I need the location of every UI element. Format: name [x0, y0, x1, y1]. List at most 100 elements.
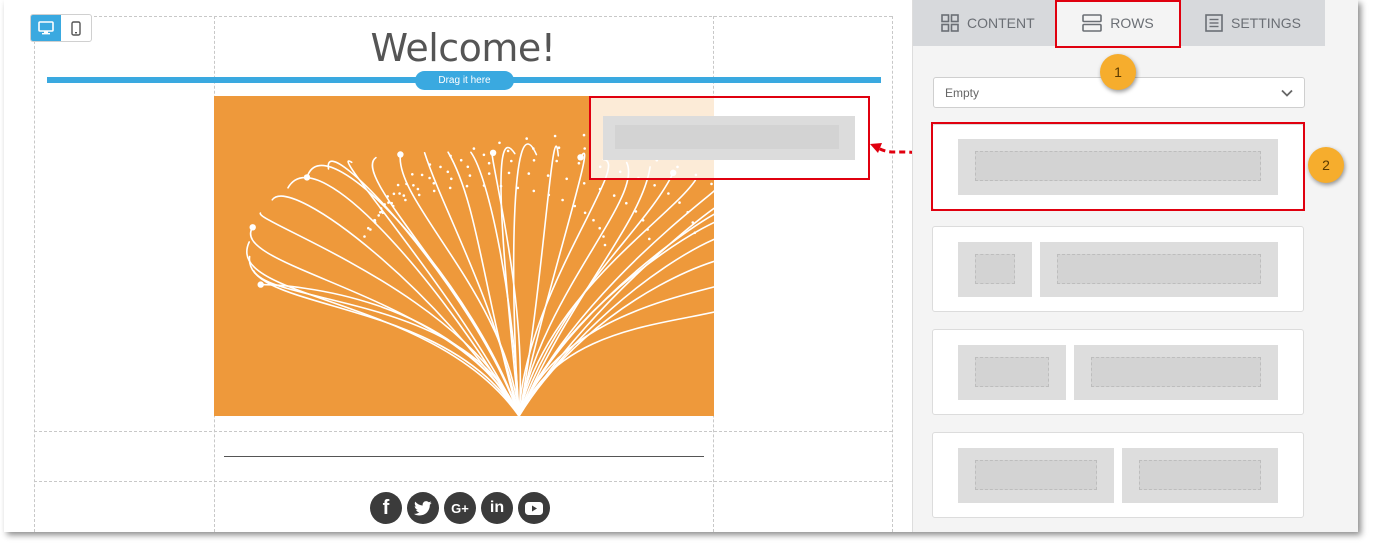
tree-dot	[602, 235, 605, 238]
tree-dot	[592, 218, 595, 222]
tree-dot	[396, 183, 400, 187]
tree-dot	[439, 165, 442, 169]
tree-dot	[487, 161, 491, 165]
tree-dot	[553, 134, 557, 138]
tree-branch	[518, 189, 714, 416]
content-divider	[224, 456, 704, 457]
tree-dot	[546, 174, 550, 177]
tree-dot	[487, 172, 491, 175]
tree-dot	[379, 211, 382, 214]
desktop-view-button[interactable]	[31, 15, 61, 41]
editor-frame: Welcome! Drag it here f G+ in CONTENT RO…	[4, 0, 1358, 532]
tree-dot	[412, 184, 415, 187]
tree-dot	[498, 141, 501, 145]
tree-dot	[416, 187, 420, 191]
email-canvas[interactable]: Welcome! Drag it here f G+ in	[4, 0, 912, 532]
tree-branch	[248, 255, 520, 416]
settings-list-icon	[1205, 14, 1223, 32]
tree-dot	[582, 182, 586, 185]
drag-hint-badge: Drag it here	[415, 71, 514, 90]
rows-icon	[1082, 14, 1103, 32]
grid-guide	[34, 16, 892, 17]
tree-dot	[428, 163, 432, 166]
tree-dot	[693, 231, 697, 235]
row-slot	[975, 254, 1015, 284]
tree-dot	[448, 186, 452, 190]
tree-dot	[532, 147, 535, 150]
tree-dot	[532, 189, 536, 193]
row-slot	[1139, 460, 1261, 490]
tree-dot	[598, 226, 601, 230]
row-column	[958, 448, 1114, 503]
tab-rows[interactable]: ROWS	[1056, 0, 1180, 46]
tree-dot	[379, 207, 383, 210]
tree-branch	[447, 151, 520, 416]
row-layout-half-half[interactable]	[932, 432, 1304, 518]
tree-dot	[405, 182, 408, 186]
tree-dot	[532, 159, 536, 162]
tree-dot	[561, 198, 564, 202]
row-layout-third-twothirds[interactable]	[932, 329, 1304, 415]
tree-dot	[459, 158, 463, 162]
tree-dot	[257, 281, 264, 288]
chevron-down-icon	[1281, 89, 1293, 97]
tree-dot	[565, 177, 568, 181]
tree-dot	[468, 174, 472, 177]
tree-dot	[507, 171, 511, 175]
tree-dot	[653, 184, 656, 187]
row-preview-slot	[615, 125, 839, 149]
sidebar-tabs: CONTENT ROWS SETTINGS	[913, 0, 1325, 46]
row-column	[958, 242, 1032, 297]
row-slot	[975, 460, 1097, 490]
row-layout-narrow-wide[interactable]	[932, 226, 1304, 312]
tree-dot	[472, 147, 476, 150]
tree-dot	[603, 243, 607, 247]
tree-dot	[432, 189, 436, 193]
tab-rows-label: ROWS	[1110, 15, 1154, 31]
tab-content[interactable]: CONTENT	[941, 0, 1035, 46]
tree-dot	[420, 173, 424, 177]
tree-dot	[582, 133, 586, 137]
row-column	[1040, 242, 1278, 297]
linkedin-icon[interactable]: in	[481, 492, 513, 524]
row-layout-one-column[interactable]	[932, 124, 1304, 210]
tree-dot	[710, 182, 713, 186]
row-slot	[975, 151, 1261, 181]
tree-branch	[252, 270, 520, 416]
sidebar-panel: CONTENT ROWS SETTINGS Empty	[912, 0, 1358, 532]
tree-dot	[686, 211, 689, 214]
tree-branch	[327, 160, 520, 416]
tree-dot	[373, 221, 377, 224]
tree-dot	[499, 184, 503, 188]
facebook-icon[interactable]: f	[370, 492, 402, 524]
twitter-bird-glyph	[414, 500, 432, 515]
tree-dot	[402, 194, 406, 197]
row-column	[1074, 345, 1278, 400]
tree-dot	[516, 186, 520, 190]
google-plus-icon[interactable]: G+	[444, 492, 476, 524]
tree-dot	[557, 146, 561, 149]
mobile-view-button[interactable]	[61, 15, 91, 41]
youtube-play-glyph	[525, 501, 543, 515]
tree-dot	[363, 235, 366, 238]
tree-dot	[249, 224, 256, 231]
tree-dot	[397, 151, 404, 158]
twitter-icon[interactable]	[407, 492, 439, 524]
tree-dot	[525, 137, 528, 140]
row-slot	[1057, 254, 1261, 284]
tree-dot	[398, 192, 401, 195]
tree-dot	[527, 172, 531, 175]
social-icons: f G+ in	[370, 492, 550, 524]
tree-dot	[390, 201, 393, 205]
tab-settings[interactable]: SETTINGS	[1205, 0, 1301, 46]
tree-dot	[465, 184, 469, 188]
device-toggle[interactable]	[30, 14, 92, 42]
tree-dot	[510, 159, 513, 163]
youtube-icon[interactable]	[518, 492, 550, 524]
tree-dot	[466, 165, 470, 169]
tree-dot	[648, 237, 651, 241]
tree-dot	[678, 201, 681, 204]
email-heading[interactable]: Welcome!	[214, 26, 712, 70]
tree-branch	[518, 207, 714, 416]
row-column	[1122, 448, 1278, 503]
